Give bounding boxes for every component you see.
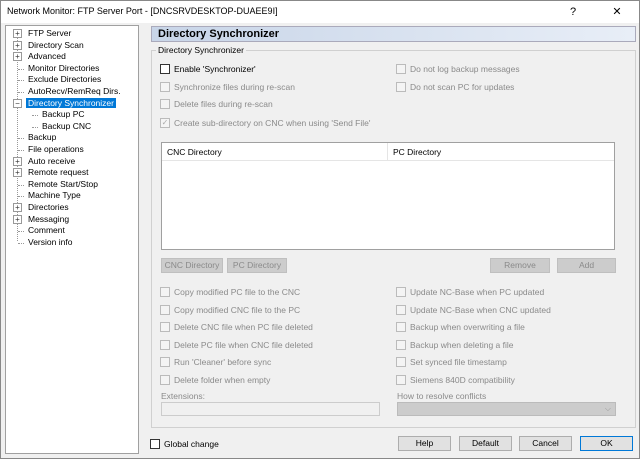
tree-branch-line (18, 92, 24, 93)
section-title: Directory Synchronizer (158, 28, 280, 40)
col-cnc-directory[interactable]: CNC Directory (162, 143, 388, 161)
tree-item[interactable]: Backup CNC (40, 121, 93, 132)
tree-branch-line (18, 231, 24, 233)
tree-branch-line (32, 126, 38, 128)
pc-directory-button[interactable]: PC Directory (227, 258, 287, 273)
tree-item[interactable]: Exclude Directories (26, 74, 103, 85)
tree-branch-line (18, 150, 24, 151)
tree-branch-line (18, 80, 24, 82)
tree-item-label: Directory Synchronizer (26, 97, 116, 108)
groupbox-title: Directory Synchronizer (156, 45, 246, 55)
tree-item-label: Monitor Directories (28, 62, 100, 73)
close-button[interactable]: ✕ (595, 1, 639, 23)
tree-item-label: Comment (28, 225, 65, 236)
tree-item-label: Directory Scan (28, 39, 84, 50)
tree-item[interactable]: Remote request (26, 167, 90, 178)
settings-window: Network Monitor: FTP Server Port - [DNCS… (0, 0, 640, 459)
tree-item-label: Backup CNC (42, 120, 92, 131)
ok-button[interactable]: OK (580, 436, 633, 451)
tree-item-label: Directories (28, 202, 69, 212)
check-icon[interactable]: ✓ (160, 118, 170, 128)
tree-item-label: Exclude Directories (28, 74, 102, 85)
tree-branch-line (32, 115, 38, 117)
window-title: Network Monitor: FTP Server Port - [DNCS… (7, 6, 278, 16)
tree-item-label: FTP Server (28, 28, 72, 38)
expand-icon[interactable]: + (13, 214, 22, 224)
tree-item[interactable]: Machine Type (26, 190, 83, 201)
tree-item[interactable]: Directory Scan (26, 40, 86, 51)
expand-icon[interactable]: + (13, 40, 22, 50)
section-header: Directory Synchronizer (151, 26, 636, 42)
expand-icon[interactable]: + (13, 168, 22, 178)
expand-icon[interactable]: + (13, 52, 22, 62)
col-pc-directory[interactable]: PC Directory (388, 143, 614, 161)
tree-item[interactable]: Monitor Directories (26, 63, 101, 74)
tree-item-label: Backup (28, 132, 57, 143)
tree-item-label: Backup PC (42, 109, 85, 120)
tree-item[interactable]: FTP Server (26, 28, 73, 39)
tree-branch-line (18, 68, 24, 70)
tree-item[interactable]: Backup (26, 132, 58, 143)
list-header: CNC Directory PC Directory (162, 143, 614, 161)
tree-item[interactable]: Backup PC (40, 109, 87, 120)
checkbox-box[interactable] (160, 64, 170, 74)
tree-branch-line (18, 242, 24, 244)
tree-item-label: Remote Start/Stop (28, 178, 98, 189)
tree-branch-line (18, 196, 24, 198)
expand-icon[interactable]: + (13, 203, 22, 212)
tree-item-label: Machine Type (28, 190, 81, 201)
tree-item[interactable]: Directory Synchronizer (26, 97, 116, 109)
extensions-label: Extensions: (161, 391, 205, 401)
expand-icon[interactable]: + (13, 29, 22, 38)
directory-list[interactable]: CNC Directory PC Directory (161, 142, 615, 250)
tree-item[interactable]: AutoRecv/RemReq Dirs. (26, 86, 123, 97)
cancel-button[interactable]: Cancel (519, 436, 572, 451)
tree-item-label: File operations (28, 144, 84, 154)
tree-branch-line (18, 138, 24, 140)
default-button[interactable]: Default (459, 436, 512, 451)
tree-item[interactable]: Comment (26, 225, 67, 236)
tree-item-label: Auto receive (28, 155, 76, 166)
tree-branch-line (18, 184, 24, 186)
extensions-input[interactable] (161, 402, 380, 416)
expand-icon[interactable]: + (13, 156, 22, 166)
tree-item[interactable]: File operations (26, 144, 86, 155)
tree-item-label: AutoRecv/RemReq Dirs. (28, 86, 121, 96)
remove-button[interactable]: Remove (490, 258, 550, 273)
chevron-down-icon: ⌵ (604, 404, 611, 413)
tree-item[interactable]: Directories (26, 202, 71, 213)
tree-item-label: Remote request (28, 167, 89, 178)
conflicts-label: How to resolve conflicts (397, 391, 487, 401)
tree-item[interactable]: Remote Start/Stop (26, 179, 100, 190)
tree-item[interactable]: Messaging (26, 214, 71, 225)
cnc-directory-button[interactable]: CNC Directory (161, 258, 223, 273)
settings-tree[interactable]: FTP Server + Directory Scan + Advanced + Monit… (5, 25, 139, 454)
help-title-button[interactable]: ? (551, 1, 595, 23)
tree-item-label: Version info (28, 236, 73, 247)
tree-item-label: Advanced (28, 51, 66, 62)
help-button[interactable]: Help (398, 436, 451, 451)
tree-item[interactable]: Advanced (26, 51, 68, 62)
tree-item[interactable]: Version info (26, 237, 74, 248)
conflicts-select[interactable]: ⌵ (397, 402, 616, 416)
tree-item-label: Messaging (28, 213, 70, 224)
add-button[interactable]: Add (557, 258, 616, 273)
title-bar: Network Monitor: FTP Server Port - [DNCS… (1, 1, 639, 23)
tree-item[interactable]: Auto receive (26, 156, 77, 167)
collapse-icon[interactable]: − (13, 98, 22, 108)
